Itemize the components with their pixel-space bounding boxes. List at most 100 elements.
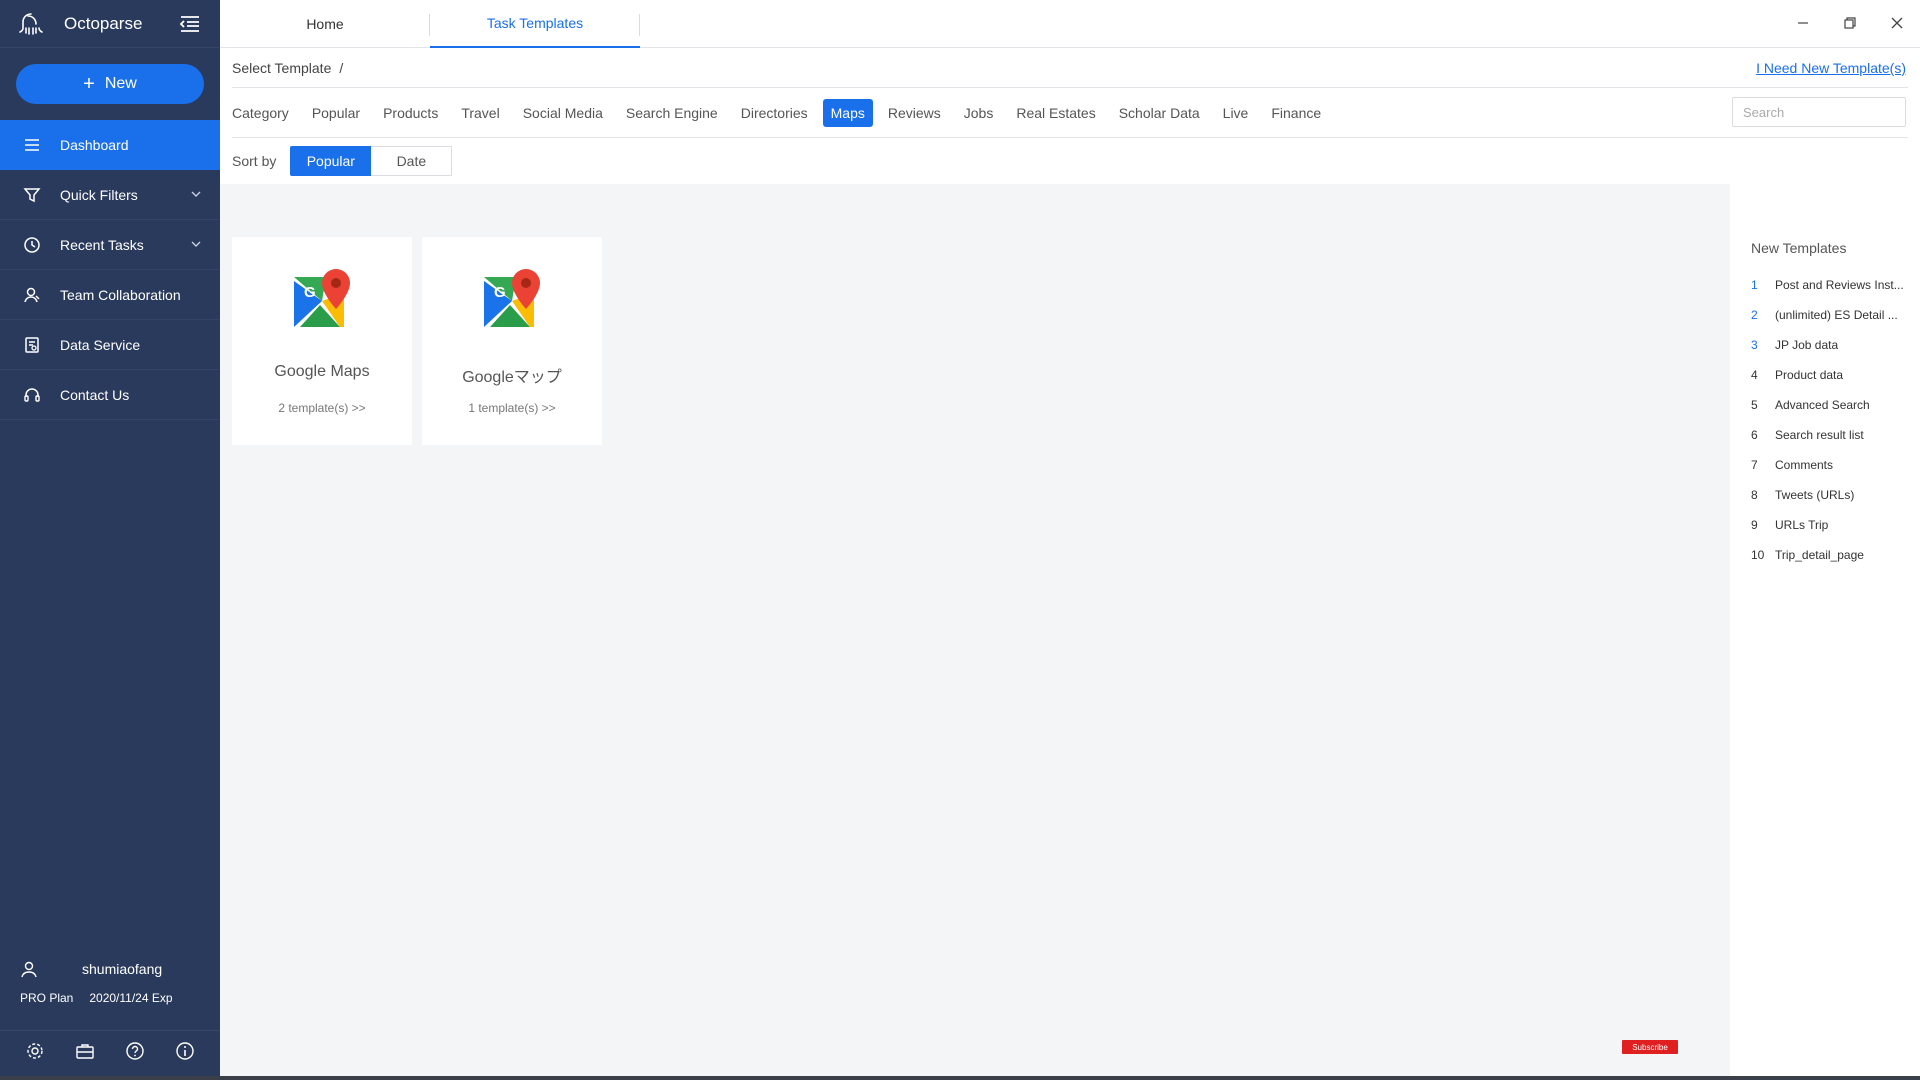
minimize-button[interactable] — [1780, 0, 1826, 46]
google-maps-icon: G — [294, 269, 350, 327]
category-finance[interactable]: Finance — [1271, 99, 1321, 127]
list-item[interactable]: 9 URLs Trip — [1751, 510, 1911, 540]
menu-collapse-icon[interactable] — [178, 12, 202, 36]
breadcrumb-root[interactable]: Select Template / — [232, 60, 343, 76]
category-live[interactable]: Live — [1223, 99, 1249, 127]
tab-task-templates[interactable]: Task Templates — [430, 0, 640, 48]
info-icon[interactable] — [174, 1040, 196, 1062]
list-item[interactable]: 1 Post and Reviews Inst... — [1751, 270, 1911, 300]
list-item[interactable]: 4 Product data — [1751, 360, 1911, 390]
sidebar: Octoparse + New Dashboard Quick Filters … — [0, 0, 220, 1080]
sidebar-item-recent-tasks[interactable]: Recent Tasks — [0, 220, 220, 270]
chevron-down-icon[interactable] — [190, 238, 202, 250]
sidebar-item-quick-filters[interactable]: Quick Filters — [0, 170, 220, 220]
category-bar: Category Popular Products Travel Social … — [232, 88, 1919, 138]
gear-icon[interactable] — [24, 1040, 46, 1062]
list-item[interactable]: 2 (unlimited) ES Detail ... — [1751, 300, 1911, 330]
plan-badge: PRO Plan — [20, 991, 74, 1005]
template-card-title: Googleマップ — [462, 369, 562, 386]
category-search-engine[interactable]: Search Engine — [626, 99, 718, 127]
new-templates-heading: New Templates — [1751, 240, 1847, 256]
user-name: shumiaofang — [82, 961, 163, 977]
document-icon — [25, 336, 39, 353]
sort-label: Sort by — [232, 153, 277, 169]
sidebar-item-label: Quick Filters — [60, 186, 138, 203]
sort-bar: Sort by Popular Date — [232, 138, 453, 184]
sidebar-item-label: Dashboard — [60, 136, 129, 153]
help-icon[interactable] — [124, 1040, 146, 1062]
category-popular[interactable]: Popular — [312, 99, 360, 127]
plus-icon: + — [83, 72, 95, 95]
close-button[interactable] — [1874, 0, 1920, 46]
breadcrumb: Select Template / I Need New Template(s) — [232, 48, 1908, 88]
main-content: Select Template / I Need New Template(s) … — [220, 48, 1920, 1080]
sidebar-item-label: Contact Us — [60, 386, 130, 403]
svg-text:G: G — [304, 284, 316, 301]
sidebar-item-label: Data Service — [60, 336, 141, 353]
sidebar-bottom-toolbar — [0, 1030, 220, 1070]
category-label: Category — [232, 104, 289, 121]
sort-date-button[interactable]: Date — [371, 146, 453, 176]
template-grid: G Google Maps 2 template(s) >> G Googleマ… — [220, 184, 1730, 1080]
search-input[interactable] — [1743, 104, 1919, 120]
template-search-box — [1732, 97, 1919, 127]
svg-text:G: G — [494, 284, 506, 301]
list-icon — [25, 138, 39, 151]
new-button[interactable]: + New — [16, 64, 204, 104]
template-card-google-maps[interactable]: G Google Maps 2 template(s) >> — [232, 237, 412, 445]
template-card-count[interactable]: 1 template(s) >> — [422, 401, 602, 415]
sidebar-item-label: Team Collaboration — [60, 286, 181, 303]
sidebar-item-data-service[interactable]: Data Service — [0, 320, 220, 370]
restore-button[interactable] — [1827, 0, 1873, 46]
google-maps-icon: G — [484, 269, 540, 327]
category-directories[interactable]: Directories — [741, 99, 808, 127]
list-item[interactable]: 7 Comments — [1751, 450, 1911, 480]
team-icon — [24, 287, 40, 302]
category-travel[interactable]: Travel — [461, 99, 499, 127]
sidebar-item-team-collaboration[interactable]: Team Collaboration — [0, 270, 220, 320]
sidebar-item-dashboard[interactable]: Dashboard — [0, 120, 220, 170]
top-bar: Home Task Templates — [220, 0, 1920, 48]
user-icon — [21, 961, 37, 978]
list-item[interactable]: 10 Trip_detail_page — [1751, 540, 1911, 570]
tab-home[interactable]: Home — [220, 0, 430, 48]
category-social-media[interactable]: Social Media — [523, 99, 603, 127]
new-templates-panel: New Templates 1 Post and Reviews Inst... … — [1730, 184, 1920, 1080]
sort-popular-button[interactable]: Popular — [290, 146, 372, 176]
plan-expiry: 2020/11/24 Exp — [89, 991, 173, 1005]
close-icon — [1891, 17, 1903, 29]
octopus-logo-icon — [19, 12, 43, 35]
sidebar-nav: Dashboard Quick Filters Recent Tasks Tea… — [0, 120, 220, 420]
toolbox-icon[interactable] — [74, 1040, 96, 1062]
sidebar-item-contact-us[interactable]: Contact Us — [0, 370, 220, 420]
app-name: Octoparse — [64, 13, 143, 33]
category-products[interactable]: Products — [383, 99, 438, 127]
need-new-template-link[interactable]: I Need New Template(s) — [1756, 60, 1906, 76]
list-item[interactable]: 3 JP Job data — [1751, 330, 1911, 360]
list-item[interactable]: 6 Search result list — [1751, 420, 1911, 450]
category-jobs[interactable]: Jobs — [964, 99, 994, 127]
list-item[interactable]: 8 Tweets (URLs) — [1751, 480, 1911, 510]
brand-bar: Octoparse — [0, 0, 220, 48]
user-info: shumiaofang PRO Plan 2020/11/24 Exp — [0, 952, 220, 1010]
template-card-count[interactable]: 2 template(s) >> — [232, 401, 412, 415]
breadcrumb-separator: / — [339, 59, 344, 76]
template-card-title: Google Maps — [274, 363, 370, 380]
new-button-label: New — [104, 75, 137, 92]
sidebar-item-label: Recent Tasks — [60, 236, 144, 253]
category-real-estates[interactable]: Real Estates — [1016, 99, 1095, 127]
minimize-icon — [1798, 22, 1808, 24]
headset-icon — [24, 387, 40, 402]
restore-icon — [1844, 17, 1856, 29]
subscribe-badge[interactable]: Subscribe — [1622, 1040, 1678, 1054]
template-card-google-maps-jp[interactable]: G Googleマップ 1 template(s) >> — [422, 237, 602, 445]
list-item[interactable]: 5 Advanced Search — [1751, 390, 1911, 420]
chevron-down-icon[interactable] — [190, 188, 202, 200]
category-maps[interactable]: Maps — [822, 98, 873, 127]
clock-icon — [24, 236, 40, 253]
new-templates-list: 1 Post and Reviews Inst... 2 (unlimited) E… — [1751, 270, 1911, 570]
category-reviews[interactable]: Reviews — [888, 99, 941, 127]
taskbar-strip — [0, 1076, 1920, 1080]
tab-divider — [639, 14, 640, 36]
category-scholar-data[interactable]: Scholar Data — [1119, 99, 1200, 127]
